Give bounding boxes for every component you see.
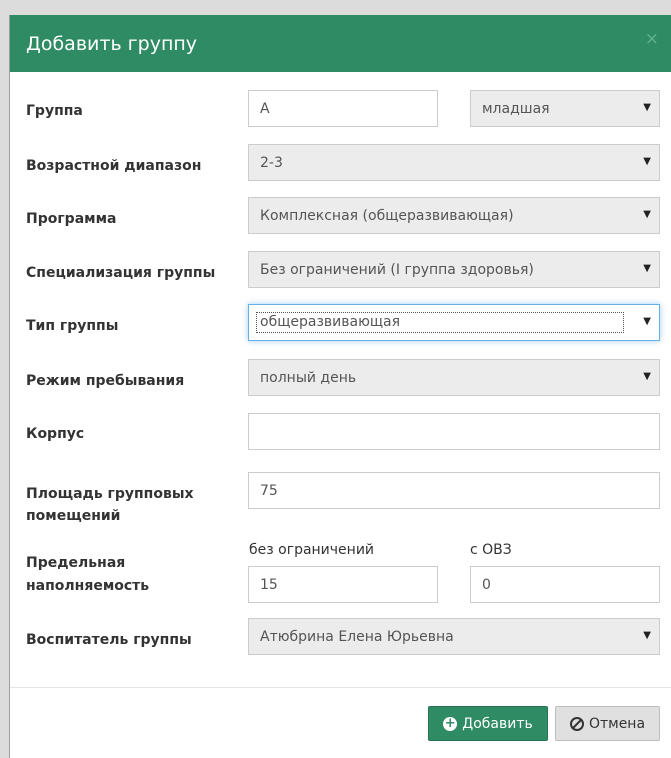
- specialization-value: Без ограничений (I группа здоровья): [260, 261, 534, 278]
- program-label: Программа: [26, 211, 117, 227]
- caret-down-icon: ▼: [643, 316, 651, 327]
- group-label: Группа: [26, 103, 83, 119]
- area-value: 75: [260, 482, 278, 499]
- stay-mode-label: Режим пребывания: [26, 373, 185, 389]
- capacity-ovz-value: 0: [482, 576, 491, 593]
- capacity-label-line1: Предельная: [26, 555, 126, 571]
- add-button-label: Добавить: [462, 715, 533, 732]
- program-value: Комплексная (общеразвивающая): [260, 207, 514, 224]
- age-range-value: 2-3: [260, 154, 283, 171]
- group-age-value: младшая: [482, 100, 550, 117]
- capacity-unlimited-input[interactable]: 15: [248, 566, 438, 603]
- caret-down-icon: ▼: [643, 263, 651, 274]
- building-input[interactable]: [248, 413, 660, 450]
- program-select[interactable]: Комплексная (общеразвивающая) ▼: [248, 197, 660, 234]
- teacher-value: Атюбрина Елена Юрьевна: [260, 628, 454, 645]
- teacher-label: Воспитатель группы: [26, 632, 192, 648]
- cancel-button[interactable]: Отмена: [555, 706, 660, 741]
- group-name-value: А: [260, 100, 270, 117]
- capacity-ovz-label: с ОВЗ: [470, 542, 512, 558]
- add-group-modal: Добавить группу × Группа А младшая ▼ Воз…: [9, 15, 671, 758]
- stay-mode-select[interactable]: полный день ▼: [248, 359, 660, 396]
- group-type-label: Тип группы: [26, 318, 119, 334]
- group-name-input[interactable]: А: [248, 90, 438, 127]
- group-type-value: общеразвивающая: [256, 312, 624, 333]
- caret-down-icon: ▼: [643, 630, 651, 641]
- modal-header: Добавить группу ×: [10, 15, 671, 72]
- age-range-label: Возрастной диапазон: [26, 158, 202, 174]
- modal-title: Добавить группу: [26, 32, 198, 55]
- area-input[interactable]: 75: [248, 472, 660, 509]
- add-button[interactable]: + Добавить: [428, 706, 548, 741]
- stay-mode-value: полный день: [260, 369, 357, 386]
- group-age-select[interactable]: младшая ▼: [470, 90, 660, 127]
- ban-icon: [569, 716, 584, 731]
- caret-down-icon: ▼: [643, 102, 651, 113]
- area-label-line2: помещений: [26, 508, 121, 524]
- capacity-unlimited-value: 15: [260, 576, 278, 593]
- caret-down-icon: ▼: [643, 156, 651, 167]
- capacity-label-line2: наполняемость: [26, 578, 150, 594]
- building-label: Корпус: [26, 426, 85, 442]
- plus-circle-icon: +: [443, 715, 458, 731]
- caret-down-icon: ▼: [643, 371, 651, 382]
- specialization-select[interactable]: Без ограничений (I группа здоровья) ▼: [248, 251, 660, 288]
- area-label-line1: Площадь групповых: [26, 486, 194, 502]
- capacity-ovz-input[interactable]: 0: [470, 566, 660, 603]
- age-range-select[interactable]: 2-3 ▼: [248, 144, 660, 181]
- capacity-unlimited-label: без ограничений: [249, 542, 375, 558]
- teacher-select[interactable]: Атюбрина Елена Юрьевна ▼: [248, 618, 660, 655]
- group-type-select[interactable]: общеразвивающая ▼: [248, 304, 660, 341]
- specialization-label: Специализация группы: [26, 265, 216, 281]
- caret-down-icon: ▼: [643, 209, 651, 220]
- close-icon[interactable]: ×: [645, 29, 659, 49]
- footer-divider: [10, 687, 671, 688]
- cancel-button-label: Отмена: [588, 715, 646, 732]
